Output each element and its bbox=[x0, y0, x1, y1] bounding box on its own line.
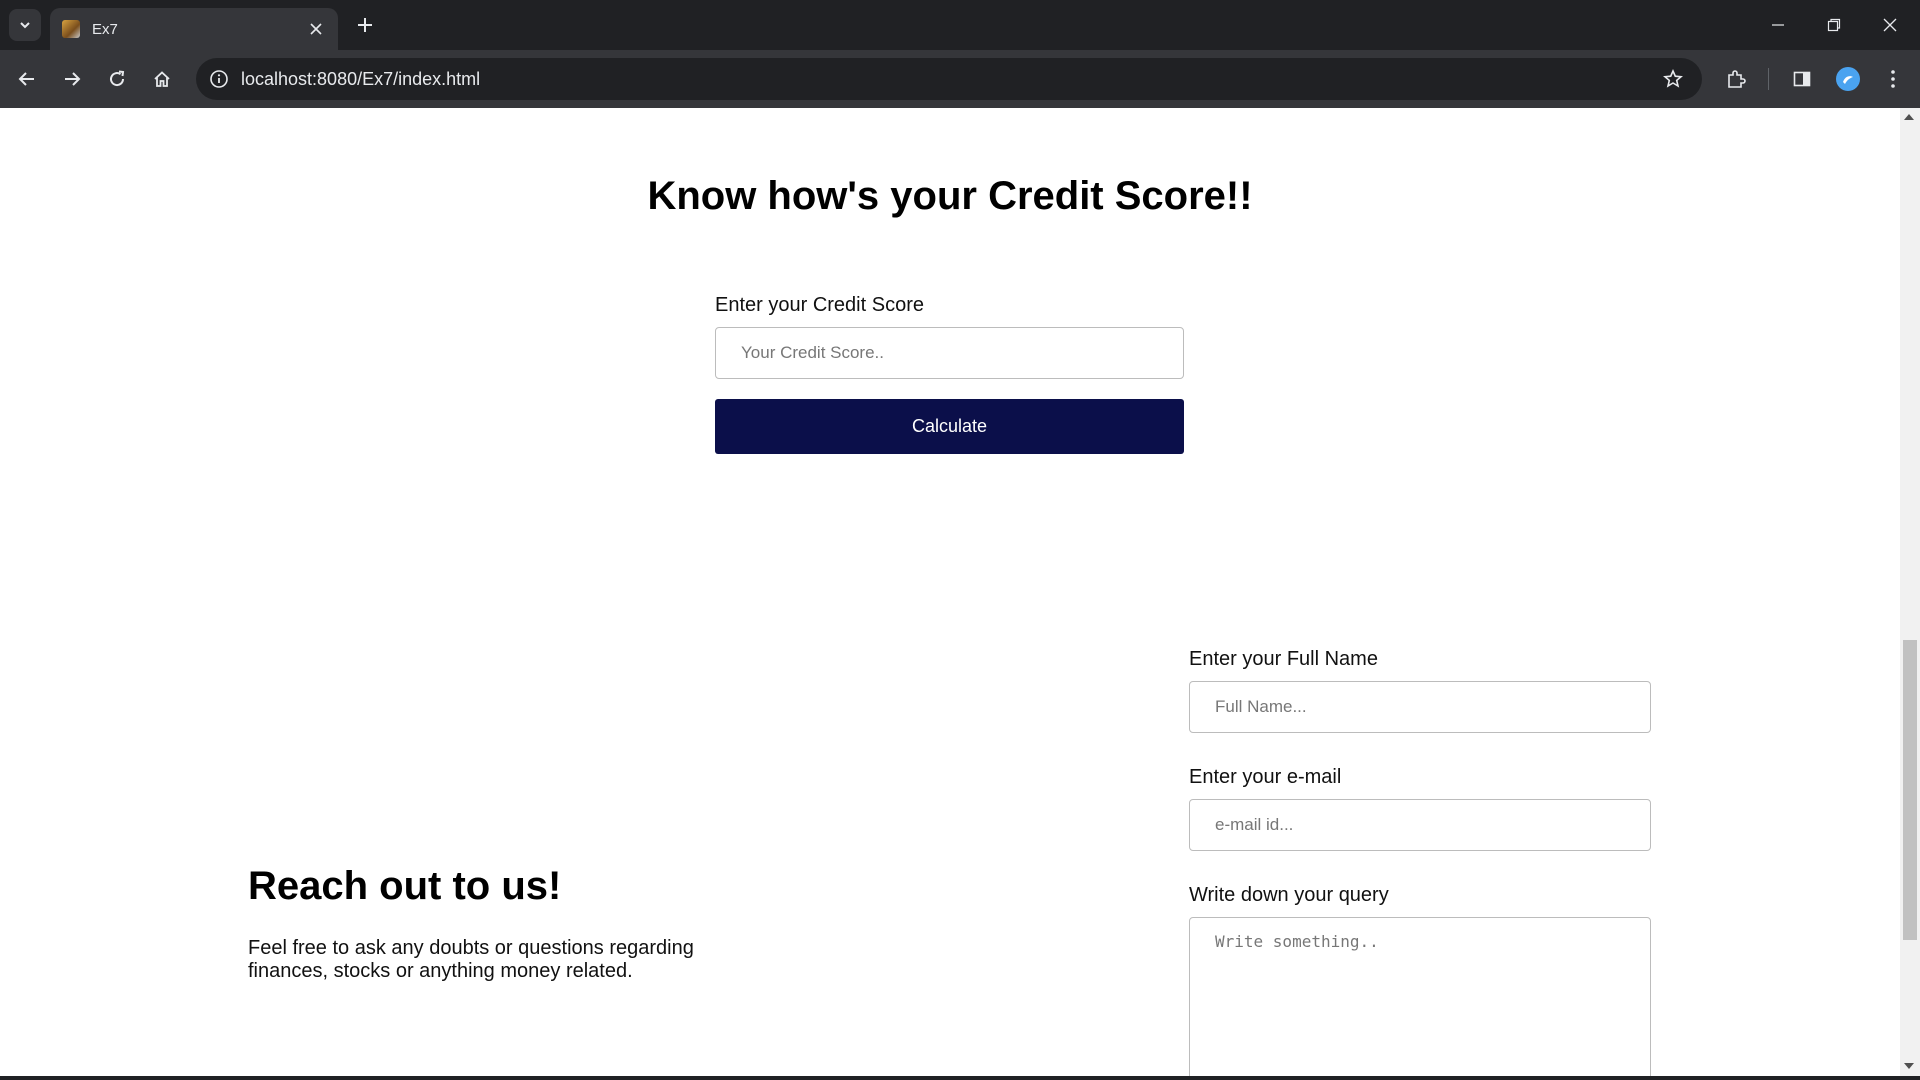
credit-score-input[interactable] bbox=[715, 327, 1184, 379]
bookmark-button[interactable] bbox=[1657, 63, 1689, 95]
restore-icon bbox=[1827, 18, 1841, 32]
scroll-up-arrow-icon[interactable] bbox=[1904, 114, 1914, 120]
calculate-button[interactable]: Calculate bbox=[715, 399, 1184, 454]
tab-search-button[interactable] bbox=[9, 9, 41, 41]
puzzle-icon bbox=[1728, 70, 1746, 88]
more-vertical-icon bbox=[1891, 70, 1895, 88]
home-icon bbox=[154, 71, 170, 87]
email-label: Enter your e-mail bbox=[1189, 766, 1342, 788]
site-info-icon[interactable] bbox=[208, 68, 230, 90]
close-icon bbox=[1883, 18, 1897, 32]
reload-icon bbox=[110, 70, 125, 87]
scrollbar-thumb[interactable] bbox=[1903, 640, 1917, 940]
minimize-button[interactable] bbox=[1750, 0, 1806, 50]
forward-button[interactable] bbox=[56, 63, 88, 95]
window-bottom-edge bbox=[0, 1076, 1920, 1080]
arrow-left-icon bbox=[18, 72, 34, 86]
full-name-input[interactable] bbox=[1189, 681, 1651, 733]
scroll-down-arrow-icon[interactable] bbox=[1904, 1063, 1914, 1069]
menu-button[interactable] bbox=[1877, 63, 1909, 95]
plus-icon bbox=[358, 18, 372, 32]
extensions-button[interactable] bbox=[1720, 63, 1752, 95]
profile-avatar[interactable] bbox=[1836, 67, 1860, 91]
side-panel-icon bbox=[1793, 71, 1811, 87]
page-viewport: Know how's your Credit Score!! Enter you… bbox=[0, 108, 1900, 1076]
query-textarea[interactable] bbox=[1189, 917, 1651, 1076]
chevron-down-icon bbox=[20, 22, 30, 29]
email-input[interactable] bbox=[1189, 799, 1651, 851]
info-icon bbox=[210, 70, 228, 88]
reload-button[interactable] bbox=[101, 63, 133, 95]
toolbar-divider bbox=[1768, 68, 1769, 90]
credit-score-heading: Know how's your Credit Score!! bbox=[647, 174, 1253, 218]
side-panel-button[interactable] bbox=[1786, 63, 1818, 95]
full-name-label: Enter your Full Name bbox=[1189, 648, 1378, 670]
reach-out-description: Feel free to ask any doubts or questions… bbox=[248, 937, 694, 982]
favicon-icon bbox=[62, 20, 80, 38]
close-icon bbox=[310, 23, 322, 35]
browser-tab-active[interactable]: Ex7 bbox=[50, 8, 338, 50]
url-text[interactable]: localhost:8080/Ex7/index.html bbox=[241, 69, 480, 89]
window-close-button[interactable] bbox=[1862, 0, 1918, 50]
star-icon bbox=[1663, 69, 1683, 88]
home-button[interactable] bbox=[146, 63, 178, 95]
tab-close-button[interactable] bbox=[306, 19, 326, 39]
credit-score-label: Enter your Credit Score bbox=[715, 294, 924, 316]
tab-title: Ex7 bbox=[92, 20, 118, 38]
new-tab-button[interactable] bbox=[352, 12, 378, 38]
query-label: Write down your query bbox=[1189, 884, 1389, 906]
profile-icon bbox=[1843, 76, 1853, 84]
restore-button[interactable] bbox=[1806, 0, 1862, 50]
minimize-icon bbox=[1772, 24, 1784, 26]
arrow-right-icon bbox=[65, 72, 81, 86]
reach-out-heading: Reach out to us! bbox=[248, 864, 562, 908]
back-button[interactable] bbox=[11, 63, 43, 95]
